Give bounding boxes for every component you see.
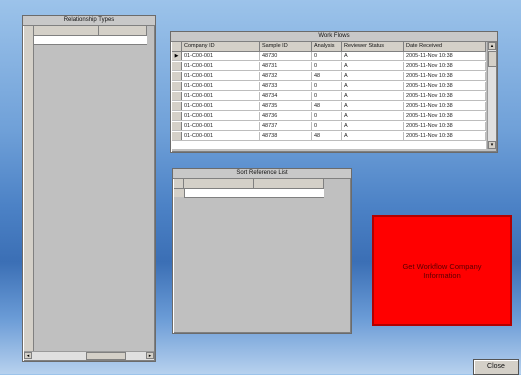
table-cell[interactable]: 01-C00-001 xyxy=(182,122,260,130)
table-row[interactable]: 01-C00-001 48733 0 A 2005-11-Nov 10:38 xyxy=(172,82,486,91)
scroll-thumb[interactable] xyxy=(86,352,126,360)
row-header-corner xyxy=(172,42,182,51)
relationship-types-panel: Relationship Types ◂ ▸ xyxy=(22,15,156,362)
table-cell[interactable]: 2005-11-Nov 10:38 xyxy=(404,72,486,80)
table-cell[interactable]: 48733 xyxy=(260,82,312,90)
table-cell[interactable]: 2005-11-Nov 10:38 xyxy=(404,82,486,90)
table-cell[interactable]: 48734 xyxy=(260,92,312,100)
table-cell[interactable]: 48738 xyxy=(260,132,312,140)
scroll-right-icon[interactable]: ▸ xyxy=(146,352,154,359)
sort-reference-new-row[interactable] xyxy=(184,189,324,198)
table-row[interactable]: 01-C00-001 48734 0 A 2005-11-Nov 10:38 xyxy=(172,92,486,101)
table-cell[interactable]: 2005-11-Nov 10:38 xyxy=(404,92,486,100)
row-selector[interactable] xyxy=(172,62,182,70)
relationship-types-col-2[interactable] xyxy=(99,26,147,35)
col-date-received[interactable]: Date Received xyxy=(404,42,486,51)
table-cell[interactable]: 2005-11-Nov 10:38 xyxy=(404,132,486,140)
row-selector[interactable] xyxy=(172,132,182,140)
table-cell[interactable]: 01-C00-001 xyxy=(182,62,260,70)
table-cell[interactable]: A xyxy=(342,102,404,110)
row-selector[interactable] xyxy=(172,112,182,120)
table-cell[interactable]: A xyxy=(342,132,404,140)
table-cell[interactable]: 01-C00-001 xyxy=(182,112,260,120)
relationship-types-hscrollbar[interactable]: ◂ ▸ xyxy=(24,351,154,360)
table-cell[interactable]: 2005-11-Nov 10:38 xyxy=(404,102,486,110)
table-row[interactable]: ▶ 01-C00-001 48730 0 A 2005-11-Nov 10:38 xyxy=(172,52,486,61)
row-selector[interactable] xyxy=(172,92,182,100)
table-cell[interactable]: 48737 xyxy=(260,122,312,130)
table-cell[interactable]: 01-C00-001 xyxy=(182,102,260,110)
table-row[interactable]: 01-C00-001 48731 0 A 2005-11-Nov 10:38 xyxy=(172,62,486,71)
scroll-left-icon[interactable]: ◂ xyxy=(24,352,32,359)
table-cell[interactable]: 2005-11-Nov 10:38 xyxy=(404,122,486,130)
sort-reference-col-2[interactable] xyxy=(254,179,324,188)
col-analysis[interactable]: Analysis xyxy=(312,42,342,51)
sort-reference-col-1[interactable] xyxy=(184,179,254,188)
table-cell[interactable]: 2005-11-Nov 10:38 xyxy=(404,52,486,60)
table-cell[interactable]: 0 xyxy=(312,62,342,70)
table-cell[interactable]: 2005-11-Nov 10:38 xyxy=(404,62,486,70)
get-workflow-info-button[interactable]: Get Workflow Company Information xyxy=(372,215,512,326)
table-cell[interactable]: A xyxy=(342,122,404,130)
table-cell[interactable]: 2005-11-Nov 10:38 xyxy=(404,112,486,120)
sort-reference-corner xyxy=(174,179,184,188)
work-flows-panel: Work Flows Company ID Sample ID Analysis… xyxy=(170,31,498,153)
scroll-down-icon[interactable]: ▾ xyxy=(488,141,496,149)
table-cell[interactable]: 0 xyxy=(312,122,342,130)
table-cell[interactable]: 01-C00-001 xyxy=(182,132,260,140)
table-row[interactable]: 01-C00-001 48735 48 A 2005-11-Nov 10:38 xyxy=(172,102,486,111)
table-cell[interactable]: A xyxy=(342,112,404,120)
table-row[interactable]: 01-C00-001 48737 0 A 2005-11-Nov 10:38 xyxy=(172,122,486,131)
table-cell[interactable]: 0 xyxy=(312,92,342,100)
table-cell[interactable]: 01-C00-001 xyxy=(182,52,260,60)
table-cell[interactable]: 48730 xyxy=(260,52,312,60)
table-cell[interactable]: 0 xyxy=(312,82,342,90)
row-selector[interactable] xyxy=(172,102,182,110)
work-flows-vscrollbar[interactable]: ▴ ▾ xyxy=(487,42,497,149)
sort-reference-row-selector xyxy=(174,189,185,197)
relationship-types-title: Relationship Types xyxy=(23,16,155,26)
table-cell[interactable]: 48 xyxy=(312,132,342,140)
table-cell[interactable]: A xyxy=(342,82,404,90)
table-cell[interactable]: 01-C00-001 xyxy=(182,72,260,80)
table-cell[interactable]: A xyxy=(342,52,404,60)
table-row[interactable]: 01-C00-001 48732 48 A 2005-11-Nov 10:38 xyxy=(172,72,486,81)
work-flows-grid: ▶ 01-C00-001 48730 0 A 2005-11-Nov 10:38 01-C0… xyxy=(172,52,486,149)
table-cell[interactable]: 48735 xyxy=(260,102,312,110)
col-sample-id[interactable]: Sample ID xyxy=(260,42,312,51)
table-cell[interactable]: 48 xyxy=(312,102,342,110)
row-selector-column xyxy=(24,26,34,351)
vscroll-thumb[interactable] xyxy=(488,51,497,67)
relationship-types-col-1[interactable] xyxy=(33,26,99,35)
table-cell[interactable]: 48731 xyxy=(260,62,312,70)
sort-reference-title: Sort Reference List xyxy=(173,169,351,179)
sort-reference-header xyxy=(174,179,324,189)
col-reviewer-status[interactable]: Reviewer Status xyxy=(342,42,404,51)
sort-reference-panel: Sort Reference List xyxy=(172,168,352,334)
relationship-types-new-row[interactable] xyxy=(33,36,147,45)
get-workflow-info-label: Get Workflow Company Information xyxy=(402,261,482,280)
table-row[interactable]: 01-C00-001 48738 48 A 2005-11-Nov 10:38 xyxy=(172,132,486,141)
table-cell[interactable]: 48 xyxy=(312,72,342,80)
table-cell[interactable]: A xyxy=(342,72,404,80)
table-cell[interactable]: 0 xyxy=(312,112,342,120)
table-cell[interactable]: 48736 xyxy=(260,112,312,120)
table-cell[interactable]: 48732 xyxy=(260,72,312,80)
row-selector[interactable] xyxy=(172,82,182,90)
table-cell[interactable]: 01-C00-001 xyxy=(182,92,260,100)
table-cell[interactable]: A xyxy=(342,62,404,70)
row-selector[interactable] xyxy=(172,122,182,130)
scroll-up-icon[interactable]: ▴ xyxy=(488,42,496,50)
work-flows-title: Work Flows xyxy=(171,32,497,42)
col-company-id[interactable]: Company ID xyxy=(182,42,260,51)
row-selector[interactable] xyxy=(172,72,182,80)
work-flows-header: Company ID Sample ID Analysis Reviewer S… xyxy=(172,42,486,52)
table-cell[interactable]: A xyxy=(342,92,404,100)
table-row[interactable]: 01-C00-001 48736 0 A 2005-11-Nov 10:38 xyxy=(172,112,486,121)
table-cell[interactable]: 01-C00-001 xyxy=(182,82,260,90)
table-cell[interactable]: 0 xyxy=(312,52,342,60)
relationship-types-header xyxy=(33,26,147,36)
row-selector[interactable]: ▶ xyxy=(172,52,182,60)
close-button[interactable]: Close xyxy=(473,359,519,375)
